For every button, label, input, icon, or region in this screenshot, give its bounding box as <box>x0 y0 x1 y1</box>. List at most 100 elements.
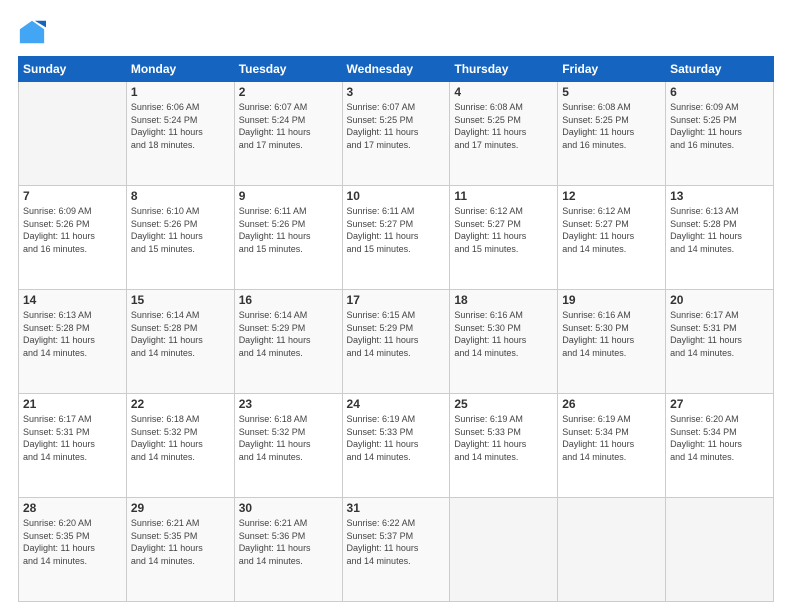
day-info: Sunrise: 6:14 AM Sunset: 5:29 PM Dayligh… <box>239 309 338 359</box>
calendar-cell: 1 Sunrise: 6:06 AM Sunset: 5:24 PM Daylig… <box>126 82 234 186</box>
day-number: 12 <box>562 189 661 203</box>
logo <box>18 18 50 46</box>
calendar-header-row: SundayMondayTuesdayWednesdayThursdayFrid… <box>19 57 774 82</box>
day-number: 8 <box>131 189 230 203</box>
calendar-cell <box>19 82 127 186</box>
calendar-cell: 20 Sunrise: 6:17 AM Sunset: 5:31 PM Dayli… <box>666 290 774 394</box>
day-number: 29 <box>131 501 230 515</box>
day-number: 31 <box>347 501 446 515</box>
day-number: 13 <box>670 189 769 203</box>
day-number: 6 <box>670 85 769 99</box>
day-number: 2 <box>239 85 338 99</box>
calendar-header-monday: Monday <box>126 57 234 82</box>
day-info: Sunrise: 6:16 AM Sunset: 5:30 PM Dayligh… <box>454 309 553 359</box>
calendar-cell: 10 Sunrise: 6:11 AM Sunset: 5:27 PM Dayli… <box>342 186 450 290</box>
day-info: Sunrise: 6:19 AM Sunset: 5:34 PM Dayligh… <box>562 413 661 463</box>
day-number: 7 <box>23 189 122 203</box>
calendar-cell: 5Sunrise: 6:08 AM Sunset: 5:25 PM Daylig… <box>558 82 666 186</box>
day-info: Sunrise: 6:21 AM Sunset: 5:35 PM Dayligh… <box>131 517 230 567</box>
day-info: Sunrise: 6:22 AM Sunset: 5:37 PM Dayligh… <box>347 517 446 567</box>
day-info: Sunrise: 6:15 AM Sunset: 5:29 PM Dayligh… <box>347 309 446 359</box>
calendar-cell <box>666 498 774 602</box>
day-number: 15 <box>131 293 230 307</box>
day-number: 16 <box>239 293 338 307</box>
day-number: 22 <box>131 397 230 411</box>
calendar-cell <box>450 498 558 602</box>
calendar-cell: 13 Sunrise: 6:13 AM Sunset: 5:28 PM Dayli… <box>666 186 774 290</box>
calendar-cell: 6 Sunrise: 6:09 AM Sunset: 5:25 PM Daylig… <box>666 82 774 186</box>
day-number: 28 <box>23 501 122 515</box>
calendar-header-tuesday: Tuesday <box>234 57 342 82</box>
day-info: Sunrise: 6:13 AM Sunset: 5:28 PM Dayligh… <box>670 205 769 255</box>
day-info: Sunrise: 6:13 AM Sunset: 5:28 PM Dayligh… <box>23 309 122 359</box>
day-number: 1 <box>131 85 230 99</box>
day-number: 25 <box>454 397 553 411</box>
calendar-week-4: 28 Sunrise: 6:20 AM Sunset: 5:35 PM Dayli… <box>19 498 774 602</box>
calendar-cell: 14Sunrise: 6:13 AM Sunset: 5:28 PM Dayli… <box>19 290 127 394</box>
day-info: Sunrise: 6:11 AM Sunset: 5:27 PM Dayligh… <box>347 205 446 255</box>
calendar-cell: 23Sunrise: 6:18 AM Sunset: 5:32 PM Dayli… <box>234 394 342 498</box>
day-number: 9 <box>239 189 338 203</box>
calendar-cell: 17 Sunrise: 6:15 AM Sunset: 5:29 PM Dayli… <box>342 290 450 394</box>
day-number: 4 <box>454 85 553 99</box>
day-number: 11 <box>454 189 553 203</box>
day-number: 24 <box>347 397 446 411</box>
calendar-cell: 22 Sunrise: 6:18 AM Sunset: 5:32 PM Dayli… <box>126 394 234 498</box>
calendar-cell: 24 Sunrise: 6:19 AM Sunset: 5:33 PM Dayli… <box>342 394 450 498</box>
calendar-cell: 2 Sunrise: 6:07 AM Sunset: 5:24 PM Daylig… <box>234 82 342 186</box>
calendar-cell: 25 Sunrise: 6:19 AM Sunset: 5:33 PM Dayli… <box>450 394 558 498</box>
calendar-cell: 12Sunrise: 6:12 AM Sunset: 5:27 PM Dayli… <box>558 186 666 290</box>
calendar-cell: 27 Sunrise: 6:20 AM Sunset: 5:34 PM Dayli… <box>666 394 774 498</box>
day-number: 21 <box>23 397 122 411</box>
calendar-header-thursday: Thursday <box>450 57 558 82</box>
calendar-cell: 9 Sunrise: 6:11 AM Sunset: 5:26 PM Daylig… <box>234 186 342 290</box>
calendar-header-wednesday: Wednesday <box>342 57 450 82</box>
day-info: Sunrise: 6:07 AM Sunset: 5:24 PM Dayligh… <box>239 101 338 151</box>
calendar-cell: 11Sunrise: 6:12 AM Sunset: 5:27 PM Dayli… <box>450 186 558 290</box>
calendar-cell: 15 Sunrise: 6:14 AM Sunset: 5:28 PM Dayli… <box>126 290 234 394</box>
calendar-cell: 19 Sunrise: 6:16 AM Sunset: 5:30 PM Dayli… <box>558 290 666 394</box>
calendar-week-0: 1 Sunrise: 6:06 AM Sunset: 5:24 PM Daylig… <box>19 82 774 186</box>
calendar-header-sunday: Sunday <box>19 57 127 82</box>
calendar-cell: 31 Sunrise: 6:22 AM Sunset: 5:37 PM Dayli… <box>342 498 450 602</box>
day-info: Sunrise: 6:09 AM Sunset: 5:26 PM Dayligh… <box>23 205 122 255</box>
calendar-week-2: 14Sunrise: 6:13 AM Sunset: 5:28 PM Dayli… <box>19 290 774 394</box>
day-number: 26 <box>562 397 661 411</box>
day-info: Sunrise: 6:16 AM Sunset: 5:30 PM Dayligh… <box>562 309 661 359</box>
day-info: Sunrise: 6:14 AM Sunset: 5:28 PM Dayligh… <box>131 309 230 359</box>
day-number: 10 <box>347 189 446 203</box>
logo-icon <box>18 18 46 46</box>
calendar-cell: 29 Sunrise: 6:21 AM Sunset: 5:35 PM Dayli… <box>126 498 234 602</box>
day-info: Sunrise: 6:20 AM Sunset: 5:34 PM Dayligh… <box>670 413 769 463</box>
calendar-week-3: 21Sunrise: 6:17 AM Sunset: 5:31 PM Dayli… <box>19 394 774 498</box>
header <box>18 18 774 46</box>
day-info: Sunrise: 6:06 AM Sunset: 5:24 PM Dayligh… <box>131 101 230 151</box>
day-info: Sunrise: 6:09 AM Sunset: 5:25 PM Dayligh… <box>670 101 769 151</box>
day-info: Sunrise: 6:08 AM Sunset: 5:25 PM Dayligh… <box>454 101 553 151</box>
day-number: 17 <box>347 293 446 307</box>
calendar-cell: 26 Sunrise: 6:19 AM Sunset: 5:34 PM Dayli… <box>558 394 666 498</box>
day-number: 20 <box>670 293 769 307</box>
page: SundayMondayTuesdayWednesdayThursdayFrid… <box>0 0 792 612</box>
day-number: 23 <box>239 397 338 411</box>
calendar-cell <box>558 498 666 602</box>
day-info: Sunrise: 6:19 AM Sunset: 5:33 PM Dayligh… <box>454 413 553 463</box>
day-info: Sunrise: 6:21 AM Sunset: 5:36 PM Dayligh… <box>239 517 338 567</box>
day-number: 19 <box>562 293 661 307</box>
calendar-cell: 28 Sunrise: 6:20 AM Sunset: 5:35 PM Dayli… <box>19 498 127 602</box>
day-info: Sunrise: 6:19 AM Sunset: 5:33 PM Dayligh… <box>347 413 446 463</box>
day-info: Sunrise: 6:18 AM Sunset: 5:32 PM Dayligh… <box>131 413 230 463</box>
day-number: 30 <box>239 501 338 515</box>
day-info: Sunrise: 6:17 AM Sunset: 5:31 PM Dayligh… <box>670 309 769 359</box>
calendar-week-1: 7 Sunrise: 6:09 AM Sunset: 5:26 PM Daylig… <box>19 186 774 290</box>
day-info: Sunrise: 6:11 AM Sunset: 5:26 PM Dayligh… <box>239 205 338 255</box>
calendar-cell: 16 Sunrise: 6:14 AM Sunset: 5:29 PM Dayli… <box>234 290 342 394</box>
day-number: 27 <box>670 397 769 411</box>
calendar-cell: 21Sunrise: 6:17 AM Sunset: 5:31 PM Dayli… <box>19 394 127 498</box>
day-info: Sunrise: 6:10 AM Sunset: 5:26 PM Dayligh… <box>131 205 230 255</box>
day-number: 18 <box>454 293 553 307</box>
day-number: 5 <box>562 85 661 99</box>
day-info: Sunrise: 6:20 AM Sunset: 5:35 PM Dayligh… <box>23 517 122 567</box>
calendar-cell: 7 Sunrise: 6:09 AM Sunset: 5:26 PM Daylig… <box>19 186 127 290</box>
calendar-cell: 3Sunrise: 6:07 AM Sunset: 5:25 PM Daylig… <box>342 82 450 186</box>
